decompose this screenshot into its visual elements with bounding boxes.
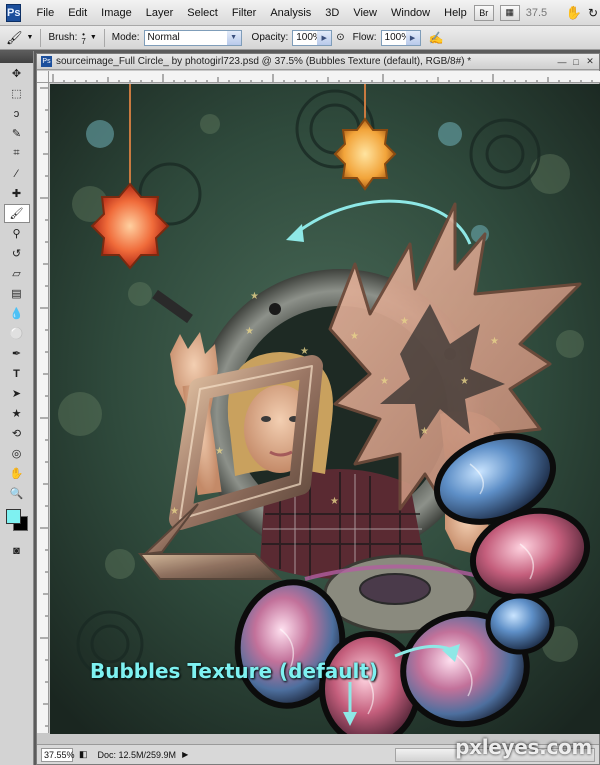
menu-3d[interactable]: 3D [318, 7, 346, 19]
mode-value: Normal [147, 32, 180, 43]
minimize-icon[interactable]: — [556, 56, 568, 67]
brush-picker[interactable]: • 7 [81, 30, 86, 46]
dodge-tool-icon[interactable]: ⚪ [4, 324, 30, 343]
path-selection-tool-icon[interactable]: ➤ [4, 384, 30, 403]
status-zoom-field[interactable]: 37.55% [41, 747, 75, 762]
menu-layer[interactable]: Layer [139, 7, 181, 19]
status-menu-arrow-icon[interactable]: ▶ [182, 750, 188, 759]
options-separator [40, 28, 42, 47]
menu-help[interactable]: Help [437, 7, 474, 19]
history-brush-tool-icon[interactable]: ↺ [4, 244, 30, 263]
document-window: Ps sourceimage_Full Circle_ by photogirl… [36, 53, 600, 765]
status-doc-info: Doc: 12.5M/259.9M [97, 749, 177, 760]
menu-image[interactable]: Image [94, 7, 139, 19]
shape-tool-icon[interactable]: ★ [4, 404, 30, 423]
brush-label: Brush: [48, 32, 78, 43]
lasso-tool-icon[interactable]: ↄ [4, 104, 30, 123]
brush-size-value: 7 [81, 36, 86, 46]
svg-text:★: ★ [420, 426, 429, 437]
type-tool-icon[interactable]: T [4, 364, 30, 383]
eyedropper-tool-icon[interactable]: ⁄ [4, 164, 30, 183]
3d-orbit-tool-icon[interactable]: ◎ [4, 444, 30, 463]
brush-tool-preset-icon[interactable]: 🖌 [6, 30, 23, 46]
menu-filter[interactable]: Filter [225, 7, 263, 19]
photoshop-logo: Ps [6, 3, 22, 22]
brush-tool-icon[interactable]: 🖌 [3, 204, 30, 223]
view-extras-button[interactable]: ▦ [499, 4, 520, 21]
menu-analysis[interactable]: Analysis [263, 7, 318, 19]
zoom-level-field[interactable]: 37.5 [526, 7, 560, 19]
svg-text:★: ★ [170, 506, 179, 517]
status-info-icon[interactable]: ◧ [79, 749, 88, 760]
svg-text:★: ★ [400, 316, 409, 327]
crop-tool-icon[interactable]: ⌗ [4, 144, 30, 163]
menu-select[interactable]: Select [180, 7, 225, 19]
3d-rotate-tool-icon[interactable]: ⟲ [4, 424, 30, 443]
svg-text:★: ★ [380, 376, 389, 387]
watermark: pxleyes.com [455, 735, 592, 759]
opacity-label: Opacity: [251, 32, 289, 43]
svg-text:★: ★ [250, 291, 259, 302]
svg-text:★: ★ [215, 446, 224, 457]
quick-select-tool-icon[interactable]: ✎ [4, 124, 30, 143]
pen-tool-icon[interactable]: ✒ [4, 344, 30, 363]
preset-dropdown-icon[interactable]: ▼ [27, 34, 34, 41]
menu-window[interactable]: Window [384, 7, 437, 19]
options-bar: 🖌 ▼ Brush: • 7 ▼ Mode: Normal ▼ Opacity:… [0, 26, 600, 50]
document-title-bar[interactable]: Ps sourceimage_Full Circle_ by photogirl… [37, 54, 599, 70]
horizontal-ruler[interactable] [49, 71, 600, 83]
color-swatches[interactable] [4, 507, 30, 535]
marquee-tool-icon[interactable]: ⬚ [4, 84, 30, 103]
menu-bar: Ps File Edit Image Layer Select Filter A… [0, 0, 600, 26]
zoom-tool-icon[interactable]: 🔍 [4, 484, 30, 503]
document-canvas[interactable]: ★ ★ ★ ★ ★ ★ ★ ★ ★ ★ ★ ★ Bubbles Texture … [50, 84, 600, 734]
mode-select[interactable]: Normal ▼ [143, 29, 242, 46]
clone-stamp-tool-icon[interactable]: ⚲ [4, 224, 30, 243]
chevron-down-icon: ▼ [226, 30, 241, 45]
svg-text:★: ★ [245, 326, 254, 337]
bridge-button[interactable]: Br [473, 4, 494, 21]
options-separator [103, 28, 105, 47]
brush-picker-arrow-icon[interactable]: ▼ [90, 34, 97, 41]
menu-file[interactable]: File [29, 7, 61, 19]
svg-text:★: ★ [460, 376, 469, 387]
panel-grip[interactable] [0, 51, 33, 63]
close-icon[interactable]: ✕ [584, 56, 596, 67]
document-ps-icon: Ps [41, 56, 52, 67]
svg-text:★: ★ [490, 336, 499, 347]
svg-text:★: ★ [330, 496, 339, 507]
svg-text:★: ★ [300, 346, 309, 357]
airbrush-icon[interactable]: ✍ [429, 31, 444, 45]
rotate-view-icon[interactable]: ↻ [588, 6, 598, 20]
canvas-caption: Bubbles Texture (default) [90, 659, 379, 683]
menu-edit[interactable]: Edit [61, 7, 94, 19]
flow-label: Flow: [352, 32, 377, 43]
move-tool-icon[interactable]: ✥ [4, 64, 30, 83]
healing-brush-tool-icon[interactable]: ✚ [4, 184, 30, 203]
menu-view[interactable]: View [346, 7, 384, 19]
maximize-icon[interactable]: □ [570, 56, 582, 67]
hand-tool-icon[interactable]: ✋ [566, 5, 582, 21]
opacity-field[interactable]: 100% ▶ [292, 29, 333, 46]
pressure-opacity-icon[interactable]: ⊙ [336, 32, 344, 43]
artwork-illustration: ★ ★ ★ ★ ★ ★ ★ ★ ★ ★ ★ ★ [50, 84, 600, 734]
hand-tool-icon[interactable]: ✋ [4, 464, 30, 483]
foreground-color-swatch[interactable] [5, 509, 21, 524]
blur-tool-icon[interactable]: 💧 [4, 304, 30, 323]
quick-mask-icon[interactable]: ◙ [4, 541, 30, 560]
tools-panel: ✥ ⬚ ↄ ✎ ⌗ ⁄ ✚ 🖌 ⚲ ↺ ▱ ▤ 💧 ⚪ ✒ T ➤ ★ ⟲ ◎ … [0, 51, 34, 765]
mode-label: Mode: [111, 32, 140, 43]
eraser-tool-icon[interactable]: ▱ [4, 264, 30, 283]
vertical-ruler[interactable] [37, 83, 49, 733]
chevron-right-icon: ▶ [405, 30, 420, 45]
chevron-right-icon: ▶ [317, 30, 332, 45]
gradient-tool-icon[interactable]: ▤ [4, 284, 30, 303]
document-title: sourceimage_Full Circle_ by photogirl723… [56, 56, 472, 67]
ruler-origin[interactable] [37, 71, 49, 83]
flow-field[interactable]: 100% ▶ [380, 29, 421, 46]
svg-text:★: ★ [350, 331, 359, 342]
